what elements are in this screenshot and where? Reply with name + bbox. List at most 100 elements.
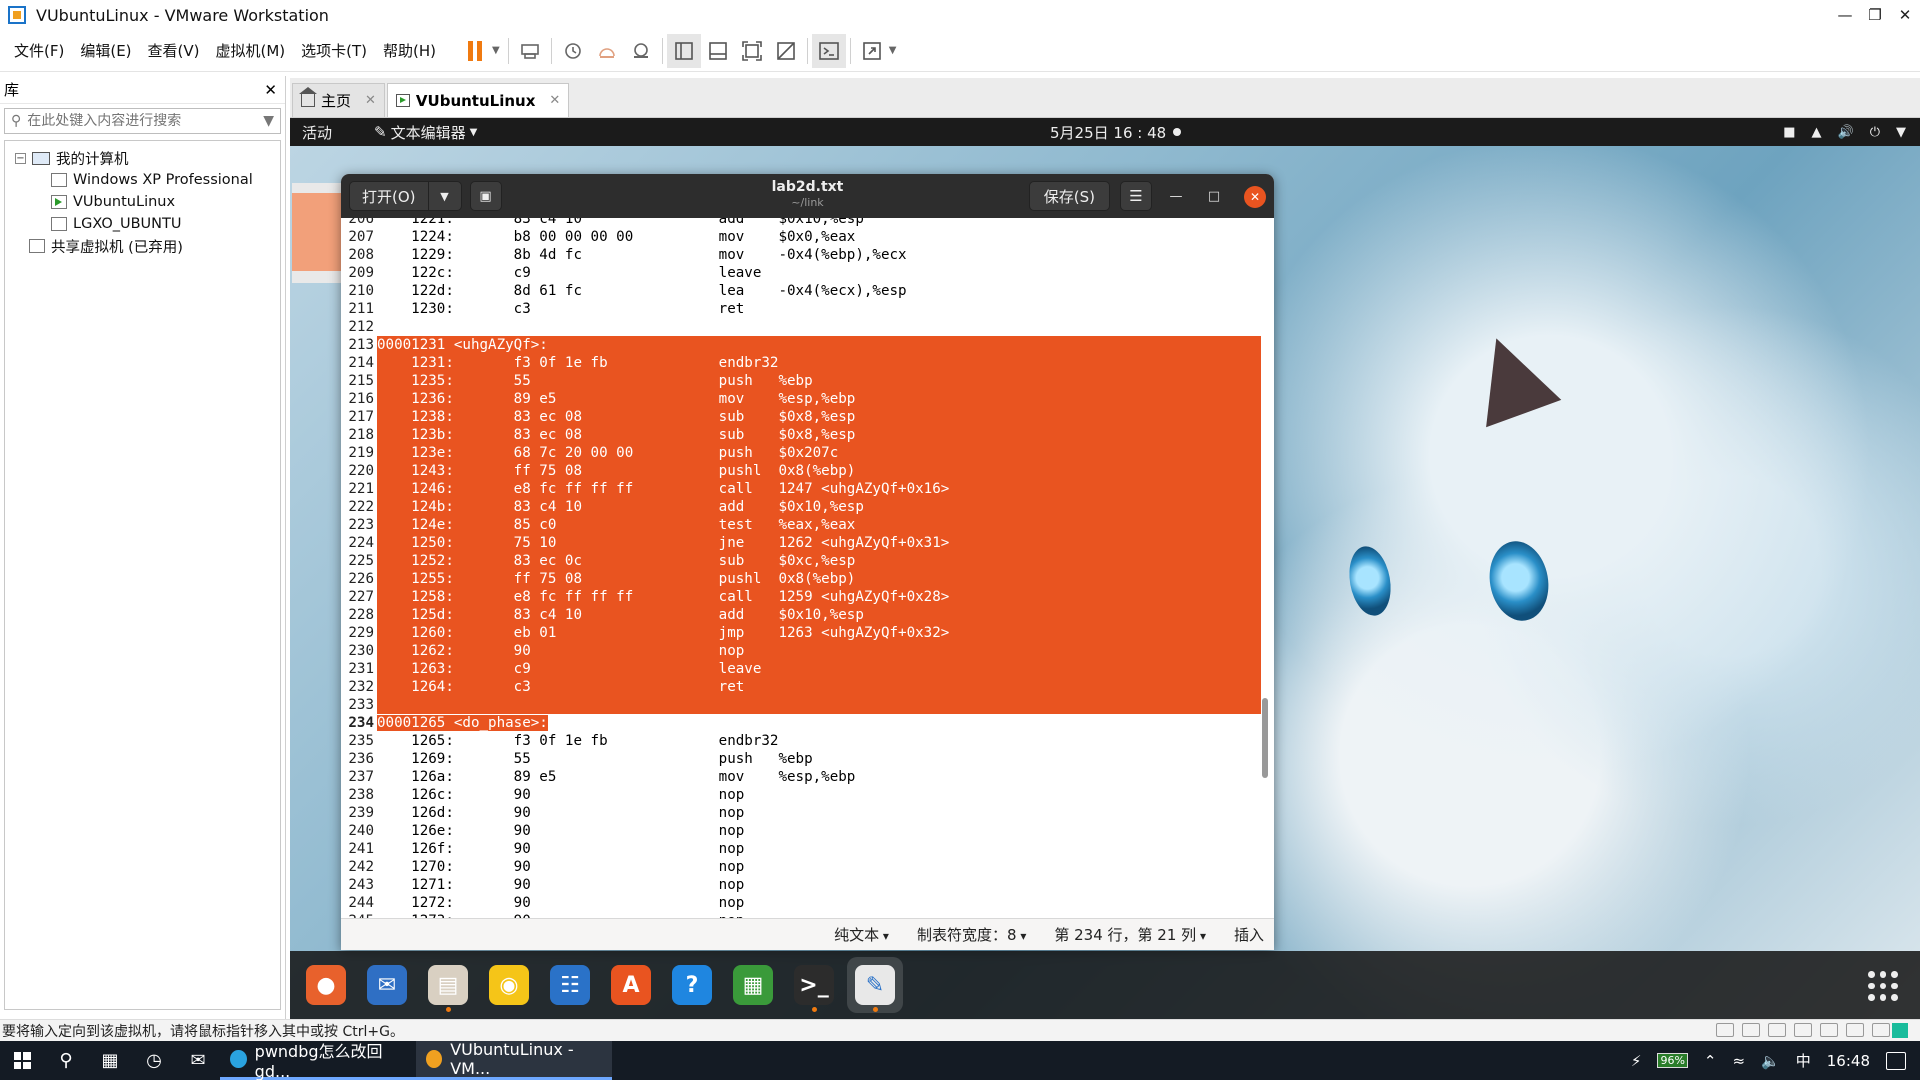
menu-view[interactable]: 查看(V) (140, 40, 208, 61)
dock-item[interactable]: ◉ (481, 957, 537, 1013)
clock[interactable]: 5月25日 16 : 48 (1050, 122, 1166, 143)
vertical-scrollbar[interactable] (1262, 698, 1268, 778)
code-line[interactable]: 222 124b: 83 c4 10 add $0x10,%esp (341, 498, 1261, 516)
ime-mode[interactable]: 中 (1796, 1050, 1811, 1071)
open-button[interactable]: 打开(O) ▼ (349, 181, 462, 211)
code-line[interactable]: 238 126c: 90 nop (341, 786, 1261, 804)
usb-icon[interactable] (1872, 1023, 1890, 1037)
code-line[interactable]: 216 1236: 89 e5 mov %esp,%ebp (341, 390, 1261, 408)
collapse-icon[interactable]: − (15, 152, 26, 164)
code-line[interactable]: 219 123e: 68 7c 20 00 00 push $0x207c (341, 444, 1261, 462)
show-library-icon[interactable] (666, 33, 701, 68)
code-line[interactable]: 231 1263: c9 leave (341, 660, 1261, 678)
code-line[interactable]: 218 123b: 83 ec 08 sub $0x8,%esp (341, 426, 1261, 444)
show-applications-icon[interactable] (1868, 971, 1898, 1001)
code-line[interactable]: 217 1238: 83 ec 08 sub $0x8,%esp (341, 408, 1261, 426)
menu-edit[interactable]: 编辑(E) (72, 40, 139, 61)
dock-item[interactable]: ☷ (542, 957, 598, 1013)
start-button[interactable] (0, 1041, 44, 1080)
code-line[interactable]: 208 1229: 8b 4d fc mov -0x4(%ebp),%ecx (341, 246, 1261, 264)
dock-item[interactable]: ? (664, 957, 720, 1013)
code-line[interactable]: 220 1243: ff 75 08 pushl 0x8(%ebp) (341, 462, 1261, 480)
tree-vm-winxp[interactable]: Windows XP Professional (5, 169, 280, 191)
library-search-input[interactable] (27, 113, 264, 129)
network-adapter-icon[interactable] (1768, 1023, 1786, 1037)
search-icon[interactable]: ⚲ (44, 1041, 88, 1080)
display-icon[interactable] (1846, 1023, 1864, 1037)
wifi-icon[interactable]: ≈ (1732, 1052, 1745, 1070)
hamburger-menu-icon[interactable]: ☰ (1120, 181, 1152, 211)
volume-icon[interactable]: 🔈 (1761, 1052, 1780, 1070)
unity-mode-icon[interactable] (769, 34, 803, 68)
code-line[interactable]: 232 1264: c3 ret (341, 678, 1261, 696)
chevron-up-icon[interactable]: ⌃ (1704, 1052, 1717, 1070)
guest-screen[interactable]: 活动 ✎ 文本编辑器 ▼ 5月25日 16 : 48 ■ ▲ 🔊 ⏻ ▼ 打开(… (290, 118, 1920, 1019)
send-ctrl-alt-del-icon[interactable] (513, 34, 547, 68)
code-line[interactable]: 225 1252: 83 ec 0c sub $0xc,%esp (341, 552, 1261, 570)
printer-icon[interactable] (1794, 1023, 1812, 1037)
code-line[interactable]: 211 1230: c3 ret (341, 300, 1261, 318)
dock-item[interactable]: ✎ (847, 957, 903, 1013)
dock-item[interactable]: ✉ (359, 957, 415, 1013)
tree-shared-vms[interactable]: 共享虚拟机 (已弃用) (5, 235, 280, 257)
code-line[interactable]: 206 1221: 83 c4 10 add $0x10,%esp (341, 218, 1261, 228)
code-line[interactable]: 227 1258: e8 fc ff ff ff call 1259 <uhgA… (341, 588, 1261, 606)
code-line[interactable]: 233 (341, 696, 1261, 714)
code-line[interactable]: 209 122c: c9 leave (341, 264, 1261, 282)
stretch-dropdown-icon[interactable]: ▼ (889, 45, 897, 56)
minimize-icon[interactable]: — (1830, 0, 1860, 30)
code-line[interactable]: 223 124e: 85 c0 test %eax,%eax (341, 516, 1261, 534)
harddisk-icon[interactable] (1716, 1023, 1734, 1037)
code-line[interactable]: 236 1269: 55 push %ebp (341, 750, 1261, 768)
revert-snapshot-icon[interactable] (590, 34, 624, 68)
chevron-down-icon[interactable]: ▼ (429, 182, 461, 210)
minimize-icon[interactable]: — (1166, 186, 1186, 206)
power-plug-icon[interactable]: ⚡ (1631, 1052, 1642, 1070)
sound-icon[interactable] (1820, 1023, 1838, 1037)
tab-vubuntulinux[interactable]: VUbuntuLinux ✕ (386, 83, 570, 117)
code-line[interactable]: 235 1265: f3 0f 1e fb endbr32 (341, 732, 1261, 750)
code-line[interactable]: 229 1260: eb 01 jmp 1263 <uhgAZyQf+0x32> (341, 624, 1261, 642)
code-line[interactable]: 241 126f: 90 nop (341, 840, 1261, 858)
code-line[interactable]: 210 122d: 8d 61 fc lea -0x4(%ecx),%esp (341, 282, 1261, 300)
dock-item[interactable]: ▤ (420, 957, 476, 1013)
tree-vm-lgxo-ubuntu[interactable]: LGXO_UBUNTU (5, 213, 280, 235)
code-line[interactable]: 243 1271: 90 nop (341, 876, 1261, 894)
code-line[interactable]: 207 1224: b8 00 00 00 00 mov $0x0,%eax (341, 228, 1261, 246)
pause-icon[interactable] (458, 34, 492, 68)
thumbnail-bar-icon[interactable] (701, 34, 735, 68)
close-icon[interactable]: ✕ (1890, 0, 1920, 30)
dock-item[interactable]: A (603, 957, 659, 1013)
battery-level[interactable]: 96% (1657, 1053, 1688, 1068)
code-line[interactable]: 228 125d: 83 c4 10 add $0x10,%esp (341, 606, 1261, 624)
cdrom-icon[interactable] (1742, 1023, 1760, 1037)
cursor-position[interactable]: 第 234 行，第 21 列 (1054, 924, 1206, 945)
tab-home[interactable]: 主页 ✕ (292, 83, 385, 117)
task-view-icon[interactable]: ▦ (88, 1041, 132, 1080)
snapshot-icon[interactable] (556, 34, 590, 68)
menu-tabs[interactable]: 选项卡(T) (293, 40, 375, 61)
taskbar-app-vmware[interactable]: VUbuntuLinux - VM... (416, 1040, 612, 1080)
restore-icon[interactable]: ❐ (1860, 0, 1890, 30)
save-button[interactable]: 保存(S) (1028, 181, 1110, 211)
stretch-view-icon[interactable] (855, 34, 889, 68)
code-line[interactable]: 226 1255: ff 75 08 pushl 0x8(%ebp) (341, 570, 1261, 588)
menu-help[interactable]: 帮助(H) (375, 40, 444, 61)
maximize-icon[interactable]: □ (1204, 186, 1224, 206)
code-line[interactable]: 240 126e: 90 nop (341, 822, 1261, 840)
tab-close-icon[interactable]: ✕ (549, 93, 560, 108)
tab-close-icon[interactable]: ✕ (365, 93, 376, 108)
menu-vm[interactable]: 虚拟机(M) (208, 40, 294, 61)
code-line[interactable]: 213 00001231 <uhgAZyQf>: (341, 336, 1261, 354)
code-line[interactable]: 242 1270: 90 nop (341, 858, 1261, 876)
app-menu[interactable]: ✎ 文本编辑器 ▼ (374, 122, 477, 143)
code-line[interactable]: 239 126d: 90 nop (341, 804, 1261, 822)
code-line[interactable]: 237 126a: 89 e5 mov %esp,%ebp (341, 768, 1261, 786)
taskbar-app-edge[interactable]: pwndbg怎么改回gd... (220, 1041, 416, 1080)
code-line[interactable]: 244 1272: 90 nop (341, 894, 1261, 912)
close-icon[interactable]: ✕ (1244, 186, 1266, 208)
full-screen-icon[interactable] (735, 34, 769, 68)
menu-file[interactable]: 文件(F) (6, 40, 72, 61)
code-line[interactable]: 224 1250: 75 10 jne 1262 <uhgAZyQf+0x31> (341, 534, 1261, 552)
library-close-icon[interactable]: ✕ (264, 81, 277, 99)
